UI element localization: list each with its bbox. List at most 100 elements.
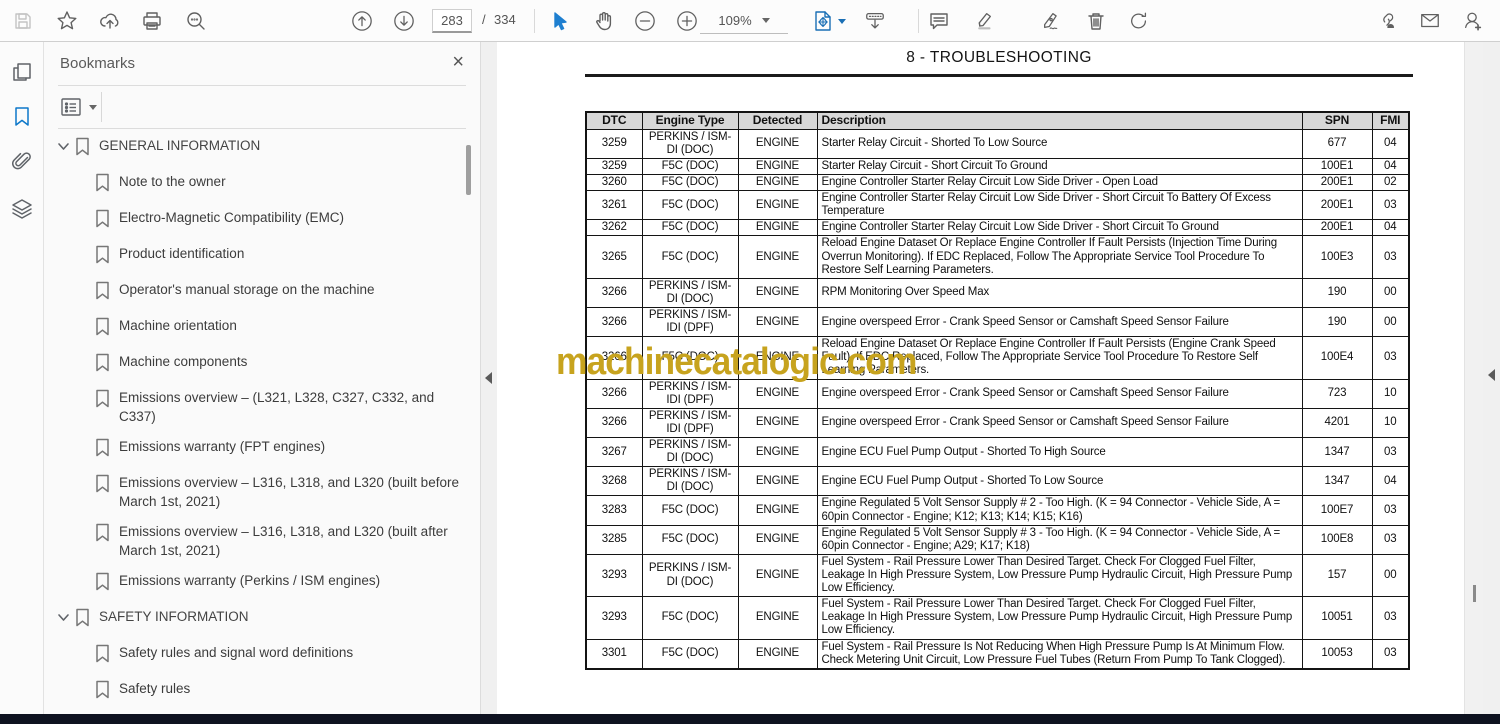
cell-fmi: 04 — [1371, 128, 1410, 159]
cell-spn: 677 — [1301, 128, 1373, 159]
select-cursor-icon[interactable] — [550, 10, 572, 32]
bookmark-item[interactable]: Safety rules — [57, 679, 465, 704]
document-scrollbar-thumb[interactable] — [1473, 585, 1476, 602]
chevron-down-icon[interactable] — [57, 136, 75, 158]
share-upload-icon[interactable] — [99, 10, 121, 32]
bookmark-item-label: Emissions warranty (Perkins / ISM engine… — [119, 573, 381, 588]
bookmark-item[interactable]: Electro-Magnetic Compatibility (EMC) — [57, 208, 465, 233]
zoom-out-icon[interactable] — [634, 10, 656, 32]
bookmark-item[interactable]: Safety rules and signal word definitions — [57, 643, 465, 668]
email-icon[interactable] — [1419, 10, 1441, 32]
bookmarks-panel-icon[interactable] — [11, 105, 33, 127]
page-thumbnails-icon[interactable] — [11, 61, 33, 83]
table-row: 3261 F5C (DOC) ENGINE Engine Controller … — [585, 190, 1410, 221]
bookmark-icon — [95, 244, 110, 269]
bookmark-item[interactable]: Emissions overview – L316, L318, and L32… — [57, 522, 465, 560]
table-row: 3293 F5C (DOC) ENGINE Fuel System - Rail… — [585, 596, 1410, 640]
cell-dtc: 3261 — [585, 190, 643, 221]
cell-engine-type: PERKINS / ISM-IDI (DPF) — [641, 306, 739, 338]
cell-description: Reload Engine Dataset Or Replace Engine … — [816, 235, 1303, 279]
share-link-icon[interactable] — [1376, 10, 1398, 32]
page-scrolling-icon[interactable] — [864, 10, 886, 32]
cell-detected: ENGINE — [737, 336, 818, 380]
page-number-input[interactable]: 283 — [432, 9, 472, 33]
cell-description: Engine overspeed Error - Crank Speed Sen… — [816, 407, 1303, 438]
comment-icon[interactable] — [928, 10, 950, 32]
chevron-down-icon — [761, 18, 770, 23]
page-down-icon[interactable] — [393, 10, 415, 32]
cell-detected: ENGINE — [737, 128, 818, 159]
bookmark-item[interactable]: Note to the owner — [57, 172, 465, 197]
cell-engine-type: PERKINS / ISM-DI (DOC) — [641, 553, 739, 598]
cell-detected: ENGINE — [737, 596, 818, 640]
bookmark-section[interactable]: SAFETY INFORMATION — [57, 607, 465, 632]
highlighter-icon[interactable] — [972, 10, 994, 32]
trash-icon[interactable] — [1085, 10, 1107, 32]
find-icon[interactable] — [185, 10, 207, 32]
cell-dtc: 3267 — [585, 436, 643, 468]
bookmark-icon — [95, 679, 110, 704]
panel-scrollbar-thumb[interactable] — [466, 145, 471, 195]
save-icon[interactable] — [12, 10, 34, 32]
page-up-icon[interactable] — [351, 10, 373, 32]
fill-sign-pen-icon[interactable] — [1041, 10, 1063, 32]
table-row: 3267 PERKINS / ISM-DI (DOC) ENGINE Engin… — [585, 436, 1410, 468]
bookmark-item[interactable]: Emissions overview – (L321, L328, C327, … — [57, 388, 465, 426]
cell-spn: 100E7 — [1301, 495, 1373, 526]
bookmark-item[interactable]: Emissions warranty (Perkins / ISM engine… — [57, 571, 465, 596]
hand-tool-icon[interactable] — [593, 10, 615, 32]
cell-description: Starter Relay Circuit - Shorted To Low S… — [816, 128, 1303, 159]
bookmark-icon — [95, 352, 110, 377]
bookmark-section[interactable]: GENERAL INFORMATION — [57, 136, 465, 161]
cell-detected: ENGINE — [737, 157, 818, 176]
attachments-icon[interactable] — [11, 151, 33, 173]
cell-engine-type: F5C (DOC) — [641, 219, 739, 237]
fit-page-caret-icon[interactable] — [836, 10, 848, 32]
zoom-in-icon[interactable] — [676, 10, 698, 32]
zoom-level-value: 109% — [718, 13, 752, 28]
fit-page-icon[interactable] — [812, 10, 834, 32]
bookmark-item-label: Emissions overview – L316, L318, and L32… — [119, 475, 459, 509]
add-person-icon[interactable] — [1462, 10, 1484, 32]
document-scrollbar[interactable] — [1464, 42, 1483, 714]
layers-icon[interactable] — [11, 197, 33, 219]
cell-engine-type: F5C (DOC) — [641, 495, 739, 526]
page-title: 8 - TROUBLESHOOTING — [906, 49, 1092, 66]
bookmark-item[interactable]: Product identification — [57, 244, 465, 269]
bookmark-item[interactable]: Emissions warranty (FPT engines) — [57, 437, 465, 462]
bookmark-icon — [95, 643, 110, 668]
cell-engine-type: PERKINS / ISM-IDI (DPF) — [641, 407, 739, 438]
cell-engine-type: F5C (DOC) — [641, 190, 739, 221]
cell-fmi: 03 — [1371, 235, 1410, 279]
bookmark-item[interactable]: Machine components — [57, 352, 465, 377]
bookmark-item[interactable]: Operator's manual storage on the machine — [57, 280, 465, 305]
rotate-icon[interactable] — [1128, 10, 1150, 32]
cell-dtc: 3265 — [585, 235, 643, 279]
close-icon[interactable]: × — [452, 51, 464, 73]
bookmark-item[interactable]: Machine orientation — [57, 316, 465, 341]
cell-detected: ENGINE — [737, 495, 818, 526]
bookmark-item-label: Safety rules — [119, 681, 191, 696]
column-header: Description — [816, 111, 1303, 130]
tools-pane-splitter[interactable] — [1483, 42, 1500, 714]
bookmark-item[interactable]: Emissions overview – L316, L318, and L32… — [57, 473, 465, 511]
bookmark-options-button[interactable] — [59, 95, 97, 119]
bookmark-item-label: Emissions warranty (FPT engines) — [119, 439, 326, 454]
cell-fmi: 00 — [1371, 277, 1410, 308]
chevron-down-icon[interactable] — [57, 607, 75, 629]
bookmark-item-label: Machine orientation — [119, 318, 237, 333]
expand-tools-arrow-icon[interactable] — [1488, 369, 1495, 381]
zoom-level-select[interactable]: 109% — [700, 8, 788, 34]
bookmark-item-label: Product identification — [119, 246, 245, 261]
cell-fmi: 04 — [1371, 219, 1410, 237]
taskbar-edge — [0, 714, 1500, 724]
bookmark-section-label: GENERAL INFORMATION — [99, 138, 261, 153]
cell-description: Fuel System - Rail Pressure Is Not Reduc… — [816, 638, 1303, 670]
panel-splitter[interactable] — [481, 42, 497, 714]
print-icon[interactable] — [141, 10, 163, 32]
table-row: 3259 PERKINS / ISM-DI (DOC) ENGINE Start… — [585, 128, 1410, 159]
cell-detected: ENGINE — [737, 378, 818, 409]
star-icon[interactable] — [56, 10, 78, 32]
column-header: DTC — [585, 111, 643, 130]
collapse-panel-arrow-icon[interactable] — [485, 372, 492, 384]
